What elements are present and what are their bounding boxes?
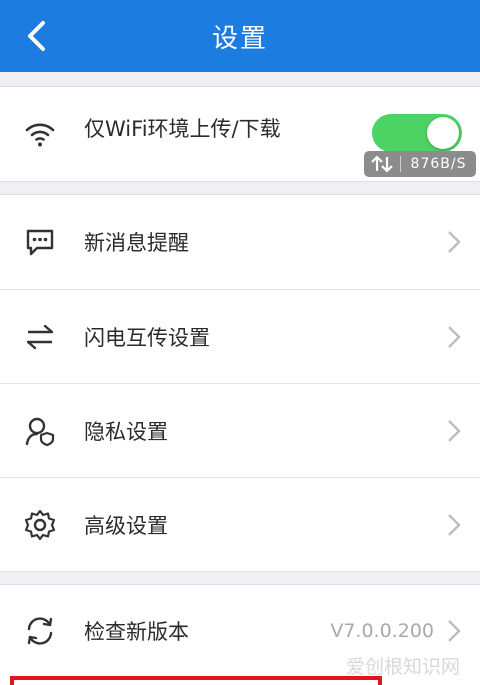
chevron-left-icon [28,21,45,51]
wifi-icon [22,116,58,152]
chevron-right-icon [448,325,461,348]
menu-item-label: 闪电互传设置 [84,325,210,350]
menu-item-label: 新消息提醒 [84,231,189,255]
highlight-box [10,676,382,685]
header-bar: 设置 [0,0,480,72]
check-update-label: 检查新版本 [84,620,189,644]
menu-item-notifications[interactable]: 新消息提醒 [0,195,480,289]
menu-item-label: 高级设置 [84,513,168,538]
chevron-right-icon [448,620,461,642]
menu-item-advanced[interactable]: 高级设置 [0,477,480,571]
refresh-icon [22,613,58,649]
toggle-knob [427,117,459,149]
chevron-right-icon [448,419,461,442]
wifi-settings-group: 仅WiFi环境上传/下载 876B/S [0,86,480,182]
transfer-arrows-icon [22,319,58,355]
privacy-user-shield-icon [22,413,58,449]
page-title: 设置 [211,23,268,54]
chevron-right-icon [448,231,461,253]
wifi-only-toggle[interactable] [372,114,462,152]
speed-badge: 876B/S [364,151,476,177]
chat-bubble-icon [22,224,58,260]
speed-value: 876B/S [410,156,467,172]
back-button[interactable] [18,18,54,54]
settings-menu-group: 新消息提醒 闪电互传设置 隐私设置 高级设置 [0,194,480,572]
wifi-only-label: 仅WiFi环境上传/下载 [84,117,281,141]
version-value: V7.0.0.200 [330,620,434,642]
chevron-right-icon [448,513,461,536]
menu-item-privacy[interactable]: 隐私设置 [0,383,480,477]
wifi-only-row: 仅WiFi环境上传/下载 876B/S [0,87,480,181]
watermark-text: 爱创根知识网 [345,656,460,678]
menu-item-lightning-transfer[interactable]: 闪电互传设置 [0,289,480,383]
up-down-arrows-icon [364,155,400,173]
menu-item-label: 隐私设置 [84,419,168,444]
gear-icon [22,507,58,543]
